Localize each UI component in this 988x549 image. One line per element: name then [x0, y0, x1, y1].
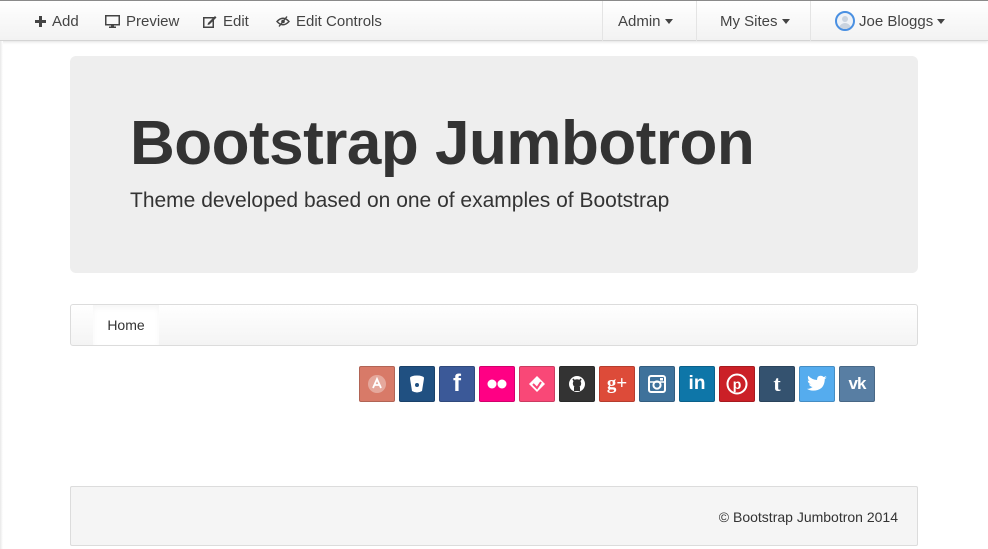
dockbar: Add Preview Edit Edit Controls Admin My …: [0, 0, 988, 41]
navigation-bar: Home: [70, 304, 918, 346]
edit-button[interactable]: Edit: [203, 1, 249, 41]
footer: © Bootstrap Jumbotron 2014: [70, 486, 918, 546]
app-net-icon[interactable]: [359, 366, 395, 402]
google-plus-icon[interactable]: g+: [599, 366, 635, 402]
preview-button[interactable]: Preview: [105, 1, 179, 41]
nav-item-home[interactable]: Home: [93, 305, 159, 345]
copyright-text: © Bootstrap Jumbotron 2014: [718, 509, 898, 525]
eye-slash-icon: [276, 15, 290, 27]
caret-down-icon: [781, 18, 790, 24]
dockbar-divider: [810, 1, 811, 41]
edit-controls-label: Edit Controls: [296, 12, 382, 30]
user-menu[interactable]: Joe Bloggs: [835, 1, 946, 41]
page-title: Bootstrap Jumbotron: [130, 109, 755, 178]
add-button[interactable]: Add: [35, 1, 79, 41]
admin-label: Admin: [618, 12, 661, 30]
plus-icon: [35, 15, 46, 27]
preview-label: Preview: [126, 12, 180, 30]
dockbar-divider: [602, 1, 603, 41]
twitter-icon[interactable]: [799, 366, 835, 402]
jumbotron: Bootstrap Jumbotron Theme developed base…: [70, 56, 918, 273]
tumblr-icon[interactable]: t: [759, 366, 795, 402]
pinterest-icon[interactable]: p: [719, 366, 755, 402]
github-icon[interactable]: [559, 366, 595, 402]
page-left-edge: [0, 41, 3, 549]
linkedin-icon[interactable]: in: [679, 366, 715, 402]
vk-glyph: vk: [848, 374, 867, 393]
page-subtitle: Theme developed based on one of examples…: [130, 189, 670, 212]
dockbar-divider: [696, 1, 697, 41]
edit-label: Edit: [223, 12, 249, 30]
vk-icon[interactable]: vk: [839, 366, 875, 402]
foursquare-icon[interactable]: [519, 366, 555, 402]
facebook-icon[interactable]: f: [439, 366, 475, 402]
admin-menu[interactable]: Admin: [618, 1, 673, 41]
my-sites-menu[interactable]: My Sites: [720, 1, 790, 41]
pinterest-glyph: p: [733, 376, 742, 392]
user-name: Joe Bloggs: [859, 12, 934, 30]
flickr-icon[interactable]: [479, 366, 515, 402]
add-label: Add: [52, 12, 79, 30]
edit-controls-button[interactable]: Edit Controls: [276, 1, 382, 41]
google-plus-glyph: g+: [606, 373, 628, 394]
facebook-glyph: f: [453, 370, 461, 397]
avatar: [835, 11, 855, 31]
social-links: f g+ in p t vk: [359, 366, 879, 402]
caret-down-icon: [664, 18, 673, 24]
monitor-icon: [105, 14, 120, 28]
bitbucket-icon[interactable]: [399, 366, 435, 402]
linkedin-glyph: in: [688, 373, 706, 394]
edit-icon: [203, 15, 217, 28]
caret-down-icon: [937, 18, 946, 24]
my-sites-label: My Sites: [720, 12, 778, 30]
nav-item-label: Home: [107, 317, 145, 333]
tumblr-glyph: t: [773, 371, 781, 396]
instagram-icon[interactable]: [639, 366, 675, 402]
